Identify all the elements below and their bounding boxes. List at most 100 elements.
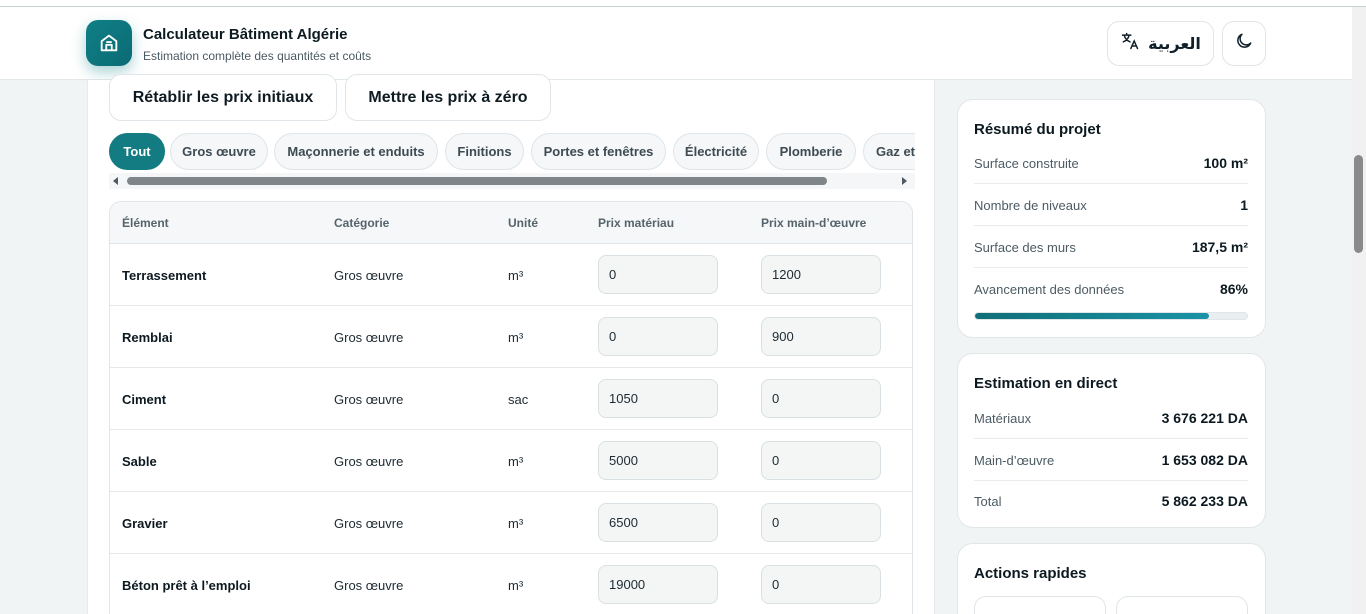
estimate-item: Total 5 862 233 DA	[974, 480, 1248, 522]
estimate-value: 3 676 221 DA	[1161, 410, 1248, 426]
material-price-input[interactable]	[598, 503, 718, 542]
row-element: Remblai	[122, 330, 173, 345]
tab-maconnerie[interactable]: Maçonnerie et enduits	[274, 133, 438, 170]
column-header-category: Catégorie	[334, 216, 390, 230]
browser-top-edge	[0, 0, 1366, 7]
material-price-input[interactable]	[598, 255, 718, 294]
labor-price-input[interactable]	[761, 317, 881, 356]
row-category: Gros œuvre	[334, 454, 404, 469]
quick-action-button[interactable]	[1116, 596, 1248, 614]
row-element: Sable	[122, 454, 157, 469]
scroll-left-arrow-icon[interactable]	[113, 177, 118, 185]
material-price-input[interactable]	[598, 565, 718, 604]
labor-price-input[interactable]	[761, 565, 881, 604]
app-title: Calculateur Bâtiment Algérie	[143, 26, 348, 43]
data-progress-fill	[975, 313, 1209, 319]
summary-item: Nombre de niveaux 1	[974, 184, 1248, 226]
row-category: Gros œuvre	[334, 268, 404, 283]
table-row: Sable Gros œuvre m³	[110, 430, 912, 492]
moon-icon	[1234, 31, 1254, 56]
column-header-material-price: Prix matériau	[598, 216, 675, 230]
summary-value: 187,5 m²	[1191, 239, 1248, 255]
language-toggle-button[interactable]: العربية	[1107, 21, 1214, 66]
table-row: Béton prêt à l’emploi Gros œuvre m³	[110, 554, 912, 614]
row-category: Gros œuvre	[334, 516, 404, 531]
estimate-title: Estimation en direct	[974, 375, 1118, 392]
quick-action-button[interactable]	[974, 596, 1106, 614]
summary-label: Avancement des données	[974, 282, 1125, 297]
scroll-thumb[interactable]	[127, 177, 827, 185]
estimate-item: Matériaux 3 676 221 DA	[974, 397, 1248, 439]
tab-plomberie[interactable]: Plomberie	[766, 133, 856, 170]
app-subtitle: Estimation complète des quantités et coû…	[143, 49, 372, 63]
tab-portes-fenetres[interactable]: Portes et fenêtres	[531, 133, 666, 170]
data-progress-bar	[974, 312, 1248, 320]
row-unit: m³	[508, 330, 524, 345]
column-header-unit: Unité	[508, 216, 538, 230]
page-vertical-scrollbar[interactable]	[1352, 7, 1366, 614]
row-unit: sac	[508, 392, 529, 407]
estimate-value: 5 862 233 DA	[1161, 493, 1248, 509]
house-icon	[86, 20, 132, 66]
row-category: Gros œuvre	[334, 578, 404, 593]
labor-price-input[interactable]	[761, 379, 881, 418]
project-summary-card: Résumé du projet Surface construite 100 …	[957, 99, 1266, 338]
row-unit: m³	[508, 268, 524, 283]
column-header-labor-price: Prix main-d’œuvre	[761, 216, 867, 230]
row-element: Ciment	[122, 392, 167, 407]
summary-value: 1	[1240, 197, 1248, 213]
table-row: Remblai Gros œuvre m³	[110, 306, 912, 368]
estimate-label: Total	[974, 494, 1002, 509]
price-table: Élément Catégorie Unité Prix matériau Pr…	[109, 201, 913, 614]
summary-label: Surface construite	[974, 156, 1079, 171]
tab-gaz[interactable]: Gaz et	[863, 133, 915, 170]
summary-item: Surface des murs 187,5 m²	[974, 226, 1248, 268]
summary-value: 100 m²	[1203, 155, 1248, 171]
estimate-label: Matériaux	[974, 411, 1032, 426]
summary-value: 86%	[1219, 281, 1248, 297]
live-estimate-card: Estimation en direct Matériaux 3 676 221…	[957, 353, 1266, 528]
estimate-item: Main-d’œuvre 1 653 082 DA	[974, 439, 1248, 481]
summary-label: Surface des murs	[974, 240, 1076, 255]
column-header-element: Élément	[122, 216, 169, 230]
material-price-input[interactable]	[598, 441, 718, 480]
table-row: Gravier Gros œuvre m³	[110, 492, 912, 554]
summary-label: Nombre de niveaux	[974, 198, 1087, 213]
estimate-label: Main-d’œuvre	[974, 453, 1055, 468]
tab-tout[interactable]: Tout	[109, 133, 165, 170]
row-unit: m³	[508, 578, 524, 593]
page-scroll-thumb[interactable]	[1354, 155, 1363, 253]
row-unit: m³	[508, 454, 524, 469]
theme-toggle-button[interactable]	[1222, 21, 1266, 66]
estimate-value: 1 653 082 DA	[1161, 452, 1248, 468]
quick-actions-title: Actions rapides	[974, 565, 1087, 582]
labor-price-input[interactable]	[761, 503, 881, 542]
tab-electricite[interactable]: Électricité	[673, 133, 759, 170]
scroll-right-arrow-icon[interactable]	[902, 177, 907, 185]
quick-actions-card: Actions rapides	[957, 543, 1266, 614]
translate-icon	[1120, 31, 1140, 56]
row-category: Gros œuvre	[334, 392, 404, 407]
app-header: Calculateur Bâtiment Algérie Estimation …	[0, 7, 1352, 80]
row-category: Gros œuvre	[334, 330, 404, 345]
summary-title: Résumé du projet	[974, 121, 1101, 138]
zero-prices-button[interactable]: Mettre les prix à zéro	[345, 74, 551, 121]
labor-price-input[interactable]	[761, 441, 881, 480]
reset-prices-button[interactable]: Rétablir les prix initiaux	[109, 74, 337, 121]
summary-item: Surface construite 100 m²	[974, 142, 1248, 184]
row-unit: m³	[508, 516, 524, 531]
tabs-horizontal-scrollbar[interactable]	[109, 173, 915, 189]
summary-item: Avancement des données 86%	[974, 268, 1248, 310]
table-header: Élément Catégorie Unité Prix matériau Pr…	[110, 202, 912, 244]
table-row: Terrassement Gros œuvre m³	[110, 244, 912, 306]
labor-price-input[interactable]	[761, 255, 881, 294]
tab-finitions[interactable]: Finitions	[445, 133, 524, 170]
material-price-input[interactable]	[598, 317, 718, 356]
table-row: Ciment Gros œuvre sac	[110, 368, 912, 430]
row-element: Gravier	[122, 516, 168, 531]
tab-gros-oeuvre[interactable]: Gros œuvre	[170, 133, 268, 170]
row-element: Béton prêt à l’emploi	[122, 578, 251, 593]
material-price-input[interactable]	[598, 379, 718, 418]
language-label: العربية	[1148, 35, 1201, 53]
row-element: Terrassement	[122, 268, 207, 283]
